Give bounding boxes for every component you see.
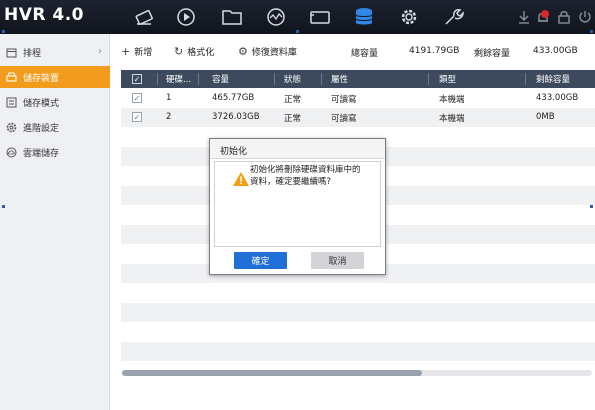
- cell-disk-no: 2: [166, 112, 172, 122]
- row-checkbox[interactable]: ✓: [132, 93, 142, 103]
- cell-status: 正常: [284, 114, 302, 124]
- add-label: 新增: [134, 48, 153, 58]
- camera-icon[interactable]: [305, 5, 335, 29]
- sidebar-item-label: 雲端儲存: [23, 148, 60, 159]
- sidebar: 排程 › 儲存裝置 儲存模式 進階設定 雲端儲存: [0, 34, 110, 410]
- calendar-icon: [5, 46, 17, 58]
- selection-handle: [590, 205, 593, 208]
- storage-icon[interactable]: [349, 5, 379, 29]
- settings-gear-icon: ⚙: [238, 45, 248, 58]
- sidebar-item-advanced[interactable]: 進階設定: [0, 116, 110, 138]
- sidebar-item-label: 儲存裝置: [23, 73, 60, 84]
- column-header-disk-no[interactable]: 硬碟...: [166, 73, 191, 85]
- sidebar-item-storage-device[interactable]: 儲存裝置: [0, 66, 110, 88]
- dialog-message-line: 初始化將刪除硬碟資料庫中的: [250, 165, 361, 175]
- warning-icon: [233, 172, 249, 186]
- sidebar-item-label: 儲存模式: [23, 98, 60, 109]
- chevron-right-icon: ›: [98, 46, 102, 57]
- lock-icon[interactable]: [556, 9, 572, 25]
- selection-handle: [590, 30, 593, 33]
- maintenance-wrench-icon[interactable]: [438, 5, 468, 29]
- free-capacity-label: 剩餘容量: [474, 49, 511, 59]
- format-label: 格式化: [187, 48, 215, 58]
- free-capacity-value: 433.00GB: [533, 46, 578, 56]
- empty-row: [121, 342, 595, 361]
- plus-icon: +: [121, 45, 131, 58]
- cell-property: 可讀寫: [331, 114, 357, 124]
- cell-type: 本機端: [439, 114, 465, 124]
- hdd-icon: [5, 71, 17, 83]
- dialog-body: 初始化將刪除硬碟資料庫中的 資料，確定要繼續嗎?: [214, 161, 381, 247]
- dialog-message-line: 資料，確定要繼續嗎?: [250, 177, 332, 187]
- analytics-icon[interactable]: [261, 5, 291, 29]
- sidebar-item-label: 排程: [23, 48, 42, 59]
- cloud-icon: [5, 146, 17, 158]
- cell-status: 正常: [284, 95, 302, 105]
- live-view-icon[interactable]: [129, 5, 159, 29]
- notification-badge: [541, 10, 549, 18]
- storage-mode-icon: [5, 96, 17, 108]
- empty-row: [121, 303, 595, 322]
- app-logo: HVR 4.0: [4, 5, 85, 25]
- column-header-type[interactable]: 類型: [439, 73, 456, 85]
- initialize-dialog: 初始化 初始化將刪除硬碟資料庫中的 資料，確定要繼續嗎? 確定 取消: [209, 138, 386, 275]
- row-checkbox[interactable]: ✓: [132, 112, 142, 122]
- sidebar-item-schedule[interactable]: 排程 ›: [0, 41, 110, 63]
- settings-gear-icon[interactable]: [394, 5, 424, 29]
- table-row[interactable]: ✓ 2 3726.03GB 正常 可讀寫 本機端 0MB: [121, 108, 595, 127]
- cell-free: 0MB: [536, 112, 555, 122]
- table-header: ✓ 硬碟... 容量 狀態 屬性 類型 剩餘容量: [121, 70, 595, 88]
- table-row[interactable]: ✓ 1 465.77GB 正常 可讀寫 本機端 433.00GB: [121, 89, 595, 108]
- column-header-free-capacity[interactable]: 剩餘容量: [536, 73, 570, 85]
- dialog-message: 初始化將刪除硬碟資料庫中的 資料，確定要繼續嗎?: [250, 164, 370, 188]
- refresh-icon: ↻: [174, 45, 184, 58]
- repair-label: 修復資料庫: [251, 48, 297, 58]
- playback-icon[interactable]: [171, 5, 201, 29]
- selection-handle: [2, 30, 5, 33]
- column-header-status[interactable]: 狀態: [284, 73, 301, 85]
- sidebar-item-label: 進階設定: [23, 123, 60, 134]
- sidebar-item-storage-mode[interactable]: 儲存模式: [0, 91, 110, 113]
- cell-disk-no: 1: [166, 93, 172, 103]
- column-header-property[interactable]: 屬性: [331, 73, 348, 85]
- file-folder-icon[interactable]: [217, 5, 247, 29]
- confirm-button[interactable]: 確定: [234, 252, 287, 269]
- select-all-checkbox[interactable]: ✓: [132, 74, 142, 84]
- horizontal-scrollbar[interactable]: [122, 370, 592, 376]
- dialog-title: 初始化: [210, 139, 385, 159]
- add-button[interactable]: + 新增: [121, 45, 152, 58]
- total-capacity-value: 4191.79GB: [409, 46, 460, 56]
- cell-property: 可讀寫: [331, 95, 357, 105]
- cell-type: 本機端: [439, 95, 465, 105]
- download-icon[interactable]: [516, 9, 532, 25]
- scrollbar-thumb[interactable]: [122, 370, 422, 376]
- cell-capacity: 465.77GB: [212, 93, 255, 103]
- format-button[interactable]: ↻ 格式化: [174, 45, 214, 58]
- total-capacity-label: 總容量: [351, 49, 379, 59]
- cell-free: 433.00GB: [536, 93, 579, 103]
- column-header-capacity[interactable]: 容量: [212, 73, 229, 85]
- cell-capacity: 3726.03GB: [212, 112, 260, 122]
- top-navigation-bar: HVR 4.0: [0, 0, 595, 34]
- sidebar-item-cloud-storage[interactable]: 雲端儲存: [0, 141, 110, 163]
- cancel-button[interactable]: 取消: [311, 252, 364, 269]
- selection-handle: [2, 205, 5, 208]
- repair-database-button[interactable]: ⚙ 修復資料庫: [238, 45, 297, 58]
- advanced-gear-icon: [5, 121, 17, 133]
- selection-handle: [296, 30, 299, 33]
- power-icon[interactable]: [577, 9, 593, 25]
